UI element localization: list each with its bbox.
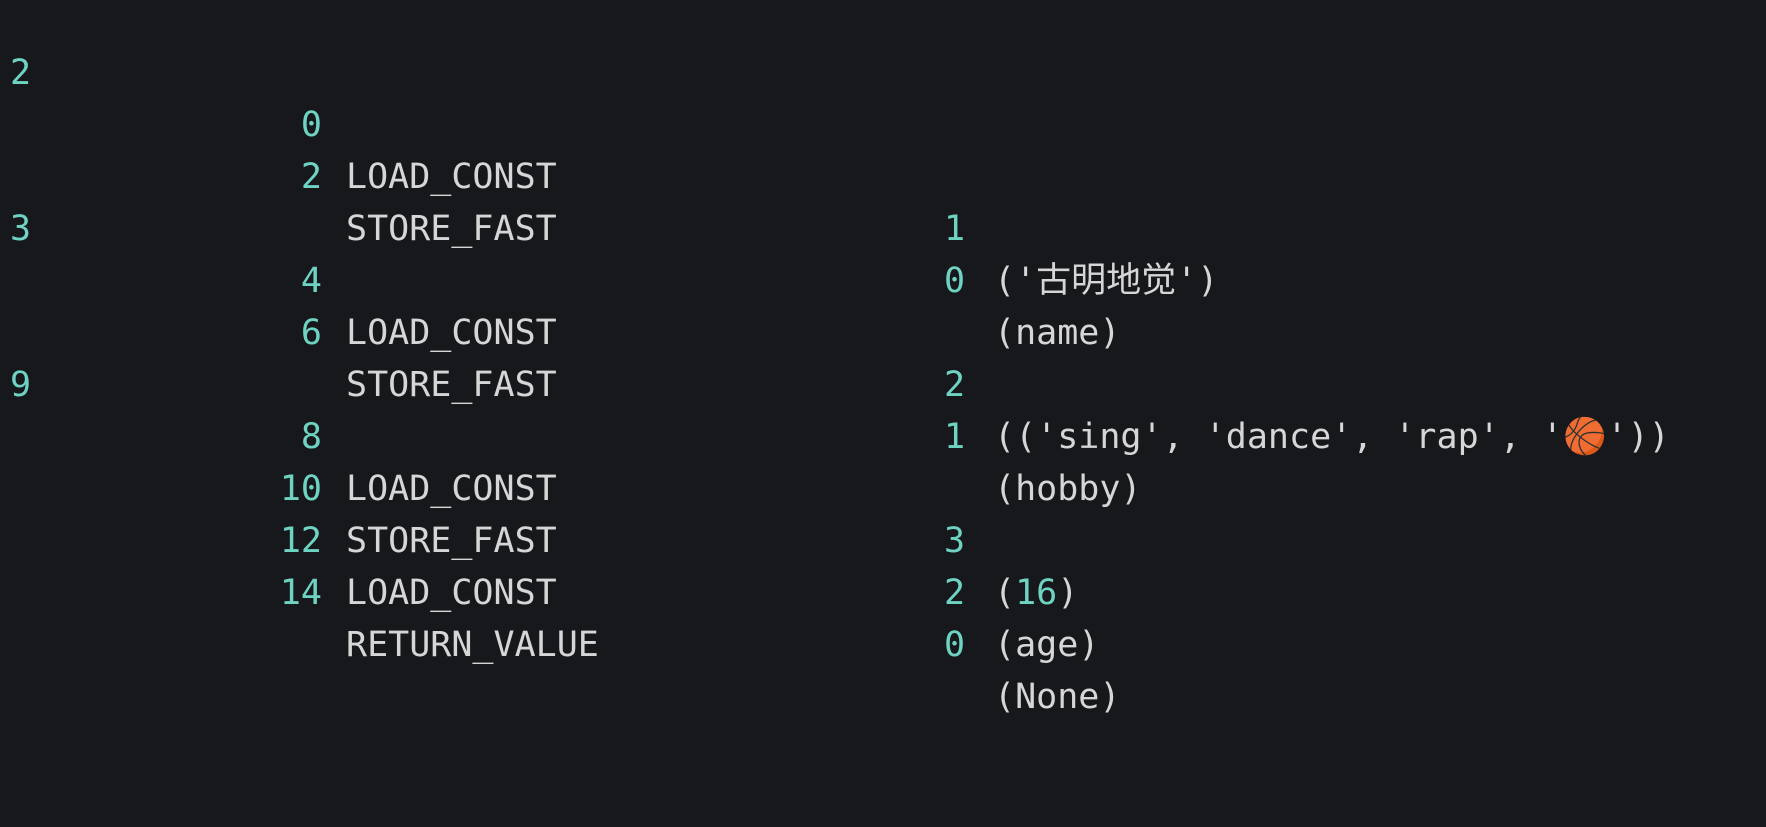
bytecode-offset: 4 (300, 261, 322, 301)
instruction-row: 10 STORE_FAST 2 (age) (0, 359, 1766, 665)
bytecode-offset: 14 (279, 573, 322, 613)
bytecode-offset: 12 (279, 521, 322, 561)
argument-paren-open: ( (994, 573, 1016, 613)
terminal-output: 2 0 LOAD_CONST 1 ('古明地觉') 2 STORE_FAST 0… (0, 0, 1766, 717)
argument-representation: (age) (994, 625, 1100, 665)
instruction-row: 2 STORE_FAST 0 (name) (0, 47, 1766, 353)
argument-representation: (None) (994, 677, 1121, 717)
argument-representation: ('古明地觉') (994, 261, 1219, 301)
instruction-row: 9 8 LOAD_CONST 3 (16) (0, 307, 1766, 613)
bytecode-offset: 0 (300, 105, 322, 145)
argument-representation: (16) (994, 567, 1078, 619)
opcode-argument: 0 (944, 625, 966, 665)
opcode-argument: 2 (944, 573, 966, 613)
instruction-row: 12 LOAD_CONST 0 (None) (0, 411, 1766, 717)
opcode-name: STORE_FAST (346, 521, 557, 561)
argument-number: 16 (1015, 573, 1058, 613)
instruction-row: 2 0 LOAD_CONST 1 ('古明地觉') (0, 0, 1766, 301)
opcode-name: RETURN_VALUE (346, 625, 599, 665)
argument-paren-close: ) (1057, 573, 1079, 613)
opcode-name: LOAD_CONST (346, 573, 557, 613)
instruction-row: 3 4 LOAD_CONST 2 (('sing', 'dance', 'rap… (0, 151, 1766, 457)
instruction-row: 6 STORE_FAST 1 (hobby) (0, 203, 1766, 509)
opcode-argument: 3 (944, 521, 966, 561)
instruction-row: 14 RETURN_VALUE (0, 463, 1766, 665)
opcode-argument: 0 (944, 261, 966, 301)
